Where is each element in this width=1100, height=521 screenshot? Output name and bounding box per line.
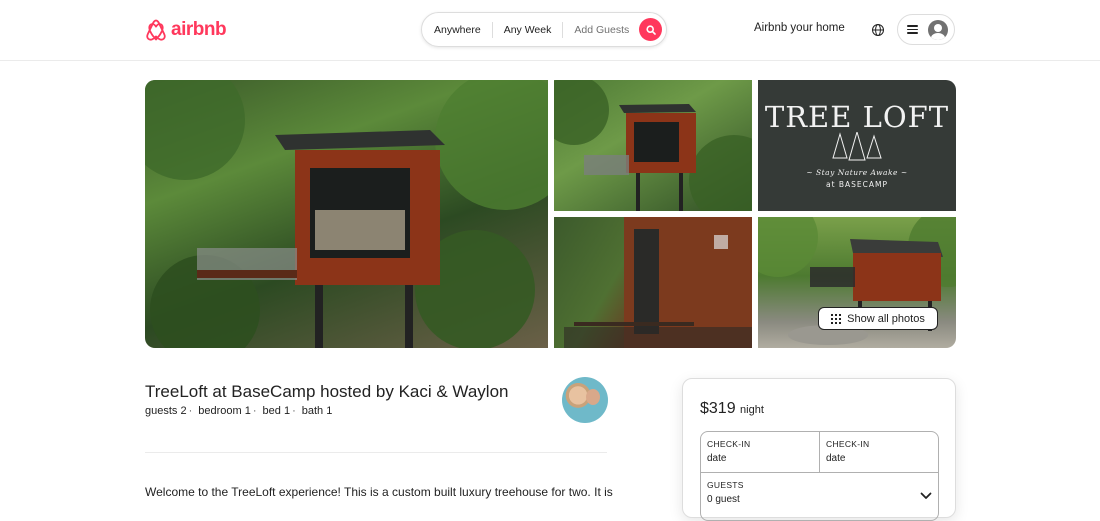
checkin-value: date: [707, 453, 727, 464]
sign-tagline: ~ Stay Nature Awake ~: [806, 167, 908, 177]
checkin-label: CHECK-IN: [707, 439, 751, 449]
price-unit: night: [740, 404, 764, 416]
search-dates[interactable]: Any Week: [493, 24, 563, 36]
listing-title: TreeLoft at BaseCamp hosted by Kaci & Wa…: [145, 382, 509, 401]
checkout-value: date: [826, 453, 846, 464]
chevron-down-icon[interactable]: [920, 492, 932, 500]
search-button[interactable]: [639, 18, 662, 41]
globe-icon[interactable]: [871, 23, 885, 37]
airbnb-logo-icon: [146, 19, 166, 41]
checkout-field[interactable]: CHECK-IN date: [820, 432, 938, 473]
host-avatar[interactable]: [562, 377, 608, 423]
top-header: airbnb Anywhere Any Week Add Guests Airb…: [0, 0, 1100, 61]
main-photo[interactable]: [145, 80, 548, 348]
checkin-field[interactable]: CHECK-IN date: [701, 432, 820, 473]
treeloft-sign: TREE LOFT ~ Stay Nature Awake ~ at BASEC…: [758, 80, 956, 211]
section-divider: [145, 452, 607, 453]
listing-details: guests 2 · bedroom 1 · bed 1 · bath 1: [145, 405, 338, 417]
search-bar[interactable]: Anywhere Any Week Add Guests: [421, 12, 667, 47]
hamburger-icon: [907, 25, 918, 34]
date-guest-picker: CHECK-IN date CHECK-IN date GUESTS 0 gue…: [700, 431, 939, 521]
user-menu-button[interactable]: [897, 14, 955, 45]
guests-value: 0 guest: [707, 494, 740, 505]
photo-3-sign[interactable]: TREE LOFT ~ Stay Nature Awake ~ at BASEC…: [758, 80, 956, 211]
grid-icon: [831, 313, 842, 324]
search-guests[interactable]: Add Guests: [563, 24, 640, 36]
detail-separator: ·: [252, 405, 257, 417]
treehouse-photo: [145, 80, 548, 348]
search-location[interactable]: Anywhere: [434, 24, 492, 36]
show-all-photos-label: Show all photos: [847, 312, 925, 325]
price-amount: $319: [700, 400, 736, 417]
guests-label: GUESTS: [707, 480, 744, 490]
treehouse-photo: [554, 80, 752, 211]
show-all-photos-button[interactable]: Show all photos: [818, 307, 938, 330]
detail-separator: ·: [292, 405, 296, 417]
photo-4[interactable]: [554, 217, 752, 348]
detail-separator: ·: [188, 405, 193, 417]
booking-card: $319 night CHECK-IN date CHECK-IN date G…: [682, 378, 956, 521]
detail-bedroom: bedroom 1: [198, 405, 251, 417]
listing-description: Welcome to the TreeLoft experience! This…: [145, 485, 613, 499]
guests-field[interactable]: GUESTS 0 guest: [701, 473, 938, 520]
user-avatar-icon: [928, 19, 948, 40]
detail-guests: guests 2: [145, 405, 187, 417]
detail-bath: bath 1: [301, 405, 333, 417]
sign-subtitle: at BASECAMP: [825, 179, 889, 189]
airbnb-logo[interactable]: airbnb: [145, 18, 227, 42]
price-per-night: $319 night: [700, 400, 764, 418]
pine-trees-icon: [832, 131, 882, 160]
detail-bed: bed 1: [262, 405, 291, 417]
search-icon: [645, 24, 656, 35]
checkout-label: CHECK-IN: [826, 439, 870, 449]
sign-title: TREE LOFT: [764, 99, 950, 134]
airbnb-wordmark: airbnb: [171, 19, 227, 40]
airbnb-your-home-link[interactable]: Airbnb your home: [754, 22, 845, 34]
photo-2[interactable]: [554, 80, 752, 211]
treehouse-wall-photo: [564, 217, 752, 348]
